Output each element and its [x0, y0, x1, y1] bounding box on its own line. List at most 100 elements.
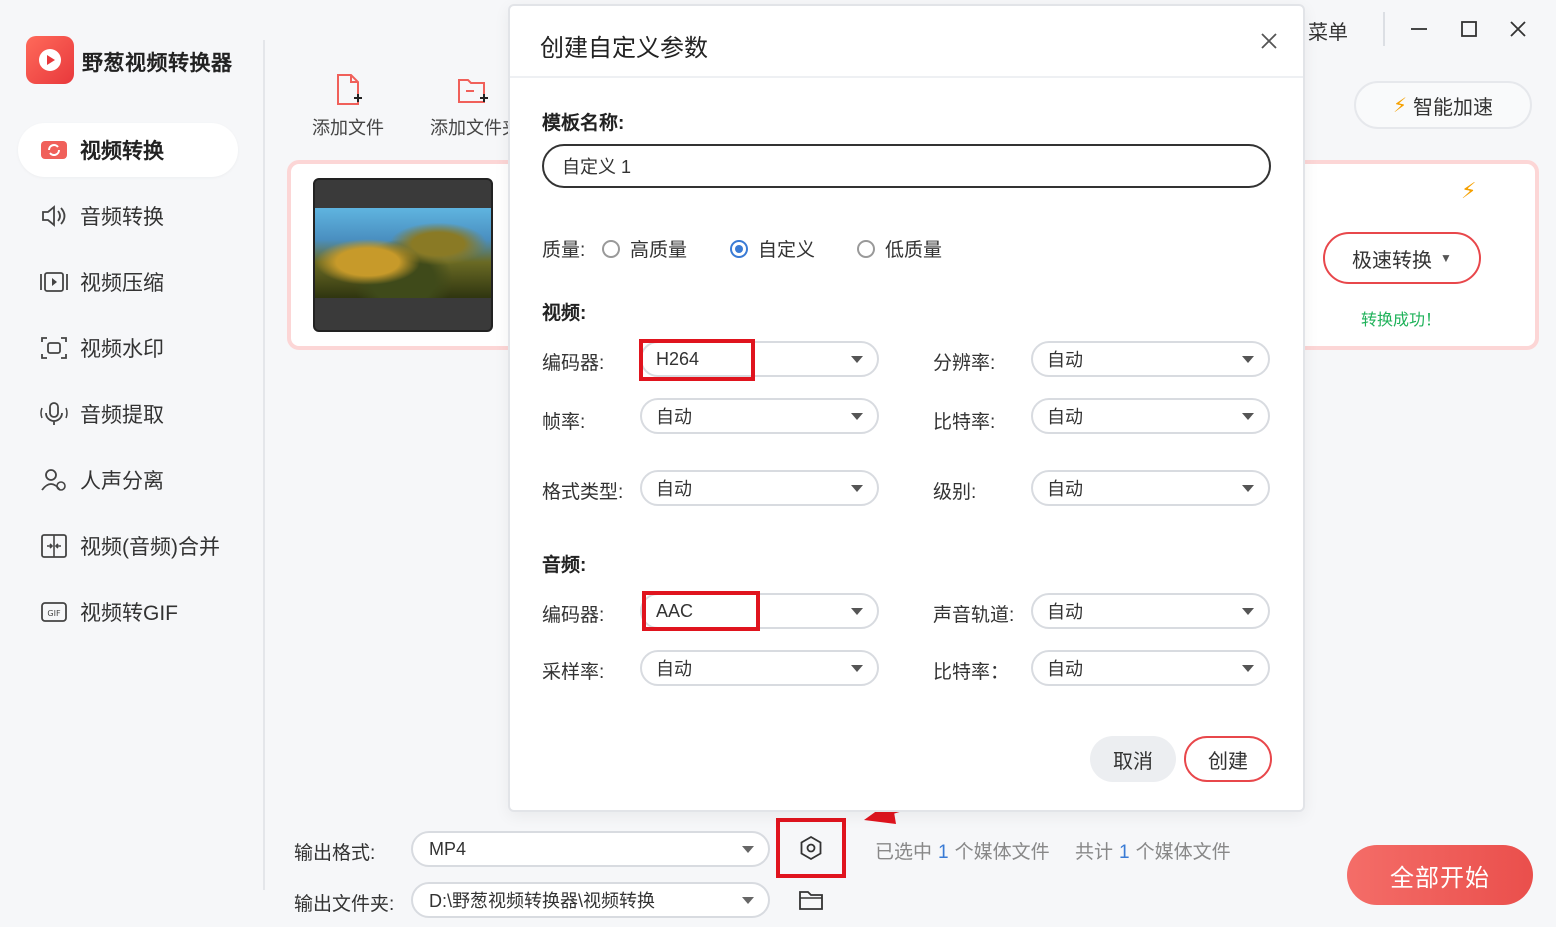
dialog-header: 创建自定义参数: [510, 6, 1303, 78]
audio-convert-icon: [38, 202, 70, 230]
close-icon: [1510, 21, 1526, 37]
radio-dot: [602, 239, 620, 258]
resolution-label: 分辨率:: [933, 353, 996, 374]
add-folder-icon: [458, 79, 488, 103]
add-file-button[interactable]: 添加文件: [312, 72, 384, 140]
format-settings-button[interactable]: [776, 818, 846, 878]
dropdown-arrow-icon: [851, 356, 863, 363]
app-logo-icon: [26, 36, 74, 84]
total-prefix: 共计: [1075, 842, 1114, 863]
dropdown-arrow-icon: [742, 846, 754, 853]
caret-down-icon: ▼: [1440, 251, 1452, 265]
sidebar-divider: [263, 40, 265, 890]
window-controls-divider: [1383, 12, 1385, 46]
resolution-value: 自动: [1047, 350, 1083, 370]
audio-codec-label: 编码器:: [542, 605, 605, 626]
sidebar-item-gif[interactable]: GIF 视频转GIF: [18, 585, 238, 639]
minimize-button[interactable]: [1404, 14, 1434, 44]
output-format-value: MP4: [429, 838, 467, 859]
video-section-title: 视频:: [542, 303, 587, 324]
dropdown-arrow-icon: [1242, 356, 1254, 363]
maximize-icon: [1461, 21, 1477, 37]
maximize-button[interactable]: [1454, 14, 1484, 44]
dropdown-arrow-icon: [851, 413, 863, 420]
template-name-label: 模板名称:: [542, 113, 625, 134]
audio-bitrate-select[interactable]: 自动: [1031, 650, 1270, 686]
audio-channels-select[interactable]: 自动: [1031, 593, 1270, 629]
sidebar: 野葱视频转换器 视频转换 音频转换 视频压缩 视频水印 音频提取 人声分离 视频…: [0, 0, 264, 927]
quality-custom-radio[interactable]: 自定义: [730, 235, 815, 262]
thumbnail-image: [315, 208, 491, 298]
quality-option-label: 自定义: [758, 240, 816, 261]
convert-mode-dropdown[interactable]: 极速转换 ▼: [1323, 232, 1481, 284]
template-name-input[interactable]: 自定义 1: [542, 144, 1271, 188]
radio-dot: [730, 239, 748, 258]
close-window-button[interactable]: [1503, 14, 1533, 44]
total-count: 1: [1119, 842, 1130, 863]
framerate-value: 自动: [656, 407, 692, 427]
video-bitrate-value: 自动: [1047, 407, 1083, 427]
video-compress-icon: [38, 268, 70, 296]
video-thumbnail[interactable]: [313, 178, 493, 332]
sidebar-item-merge[interactable]: 视频(音频)合并: [18, 519, 238, 573]
level-select[interactable]: 自动: [1031, 470, 1270, 506]
sidebar-item-video-watermark[interactable]: 视频水印: [18, 321, 238, 375]
dropdown-arrow-icon: [742, 897, 754, 904]
total-suffix: 个媒体文件: [1135, 842, 1231, 863]
resolution-select[interactable]: 自动: [1031, 341, 1270, 377]
dropdown-arrow-icon: [1242, 608, 1254, 615]
video-watermark-icon: [38, 334, 70, 362]
audio-channels-label: 声音轨道:: [933, 605, 1015, 626]
sidebar-item-label: 人声分离: [80, 470, 164, 493]
output-format-label: 输出格式:: [294, 843, 376, 864]
sidebar-item-vocal-separate[interactable]: 人声分离: [18, 453, 238, 507]
settings-hexagon-icon: [800, 835, 822, 861]
sidebar-item-audio-convert[interactable]: 音频转换: [18, 189, 238, 243]
video-codec-label: 编码器:: [542, 353, 605, 374]
framerate-label: 帧率:: [542, 412, 586, 433]
audio-channels-value: 自动: [1047, 602, 1083, 622]
output-format-select[interactable]: MP4: [411, 831, 770, 867]
convert-mode-label: 极速转换: [1352, 249, 1433, 272]
dialog-title: 创建自定义参数: [540, 35, 708, 62]
samplerate-select[interactable]: 自动: [640, 650, 879, 686]
sidebar-item-label: 视频转换: [80, 140, 164, 163]
smart-accel-button[interactable]: ⚡ 智能加速: [1354, 81, 1532, 129]
video-bitrate-select[interactable]: 自动: [1031, 398, 1270, 434]
dialog-close-icon[interactable]: [1258, 30, 1280, 52]
format-type-value: 自动: [656, 479, 692, 499]
create-button[interactable]: 创建: [1184, 736, 1272, 782]
sidebar-item-label: 视频转GIF: [80, 602, 178, 625]
sidebar-item-label: 音频提取: [80, 404, 164, 427]
open-folder-icon[interactable]: [798, 888, 824, 912]
minimize-icon: [1411, 28, 1427, 30]
start-all-button[interactable]: 全部开始: [1347, 845, 1533, 905]
app-title: 野葱视频转换器: [82, 52, 233, 75]
quality-high-radio[interactable]: 高质量: [602, 235, 687, 262]
samplerate-value: 自动: [656, 659, 692, 679]
sidebar-item-audio-extract[interactable]: 音频提取: [18, 387, 238, 441]
framerate-select[interactable]: 自动: [640, 398, 879, 434]
dropdown-arrow-icon: [851, 485, 863, 492]
selected-count-text: 已选中 1 个媒体文件: [875, 837, 1050, 864]
dropdown-arrow-icon: [851, 608, 863, 615]
convert-status: 转换成功！: [1361, 312, 1442, 329]
vocal-separate-icon: [38, 466, 70, 494]
format-type-select[interactable]: 自动: [640, 470, 879, 506]
sidebar-item-video-compress[interactable]: 视频压缩: [18, 255, 238, 309]
sidebar-item-label: 视频压缩: [80, 272, 164, 295]
sidebar-item-label: 视频水印: [80, 338, 164, 361]
sidebar-item-label: 视频(音频)合并: [80, 536, 220, 559]
output-folder-select[interactable]: D:\野葱视频转换器\视频转换: [411, 882, 770, 918]
format-type-label: 格式类型:: [542, 482, 624, 503]
dropdown-arrow-icon: [1242, 413, 1254, 420]
menu-button[interactable]: 菜单: [1308, 16, 1348, 45]
samplerate-label: 采样率:: [542, 662, 605, 683]
cancel-button[interactable]: 取消: [1090, 736, 1176, 782]
level-label: 级别:: [933, 482, 977, 503]
quality-low-radio[interactable]: 低质量: [857, 235, 942, 262]
sidebar-item-video-convert[interactable]: 视频转换: [18, 123, 238, 177]
add-folder-button[interactable]: 添加文件夹: [430, 72, 508, 140]
radio-dot: [857, 239, 875, 258]
merge-icon: [38, 532, 70, 560]
